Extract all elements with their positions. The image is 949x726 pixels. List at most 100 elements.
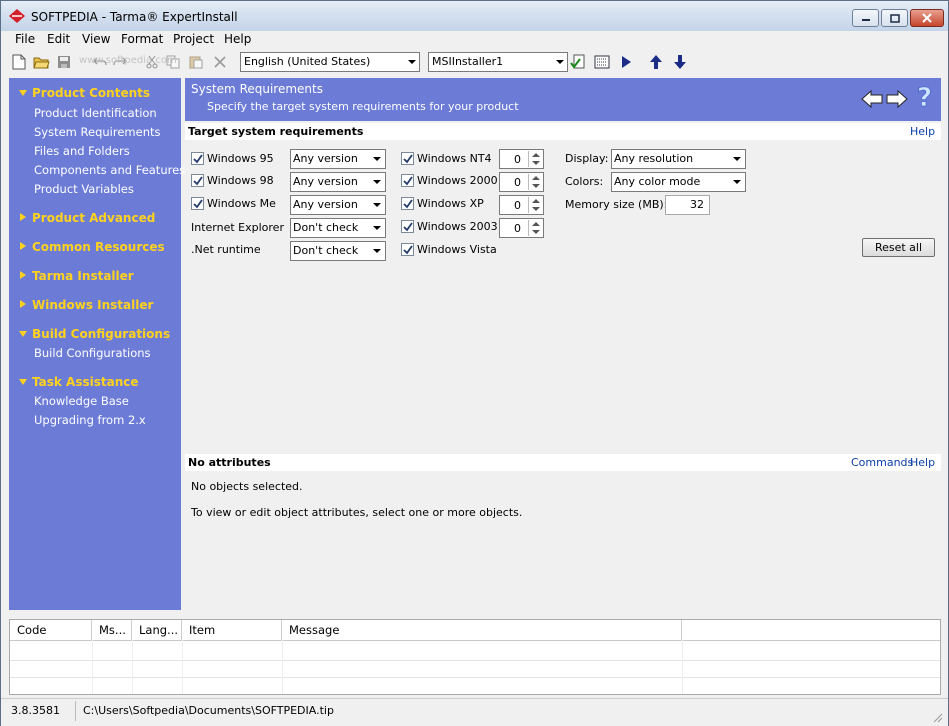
column-header-item[interactable]: Item xyxy=(182,620,282,640)
group-windows-installer[interactable]: Windows Installer xyxy=(18,298,153,312)
move-up-icon[interactable] xyxy=(647,53,665,71)
spinner-arrows-icon[interactable] xyxy=(528,174,542,190)
windowsnt4-sp-spinner[interactable]: 0 xyxy=(499,149,544,169)
windows98-version-select[interactable]: Any version xyxy=(290,172,386,192)
sidebar-item-upgrading[interactable]: Upgrading from 2.x xyxy=(34,413,146,427)
sidebar-item-product-identification[interactable]: Product Identification xyxy=(34,106,157,120)
sidebar-item-build-configurations[interactable]: Build Configurations xyxy=(34,346,151,360)
select-value: Any version xyxy=(293,152,358,165)
resize-grip-icon[interactable] xyxy=(931,711,943,726)
windows2000-sp-spinner[interactable]: 0 xyxy=(499,172,544,192)
menu-project[interactable]: Project xyxy=(173,31,214,49)
windowsxp-checkbox[interactable] xyxy=(401,197,414,210)
group-label: Product Contents xyxy=(32,86,151,100)
minimize-button[interactable] xyxy=(852,9,879,27)
attributes-section-bar: No attributes Commands Help xyxy=(185,454,941,471)
internet-explorer-select[interactable]: Don't check xyxy=(290,218,386,238)
installer-select[interactable]: MSIInstaller1 xyxy=(428,52,568,72)
softpedia-logo-icon xyxy=(9,9,25,23)
colors-label: Colors: xyxy=(565,175,604,188)
triangle-right-icon xyxy=(18,240,28,254)
application-window: SOFTPEDIA - Tarma® ExpertInstall File Ed… xyxy=(0,0,949,726)
group-product-contents[interactable]: Product Contents xyxy=(18,86,150,100)
windows2000-checkbox[interactable] xyxy=(401,174,414,187)
windows2003-sp-spinner[interactable]: 0 xyxy=(499,218,544,238)
validate-icon[interactable] xyxy=(569,53,587,71)
commands-link[interactable]: Commands xyxy=(851,456,913,469)
open-folder-icon[interactable] xyxy=(32,53,50,71)
language-select[interactable]: English (United States) xyxy=(240,52,420,72)
sidebar-item-files-and-folders[interactable]: Files and Folders xyxy=(34,144,130,158)
sidebar-item-system-requirements[interactable]: System Requirements xyxy=(34,125,161,139)
forward-arrow-icon[interactable] xyxy=(886,89,908,111)
page-subtitle: Specify the target system requirements f… xyxy=(207,100,519,113)
requirements-help-link[interactable]: Help xyxy=(910,125,935,138)
windows2003-checkbox[interactable] xyxy=(401,220,414,233)
triangle-right-icon xyxy=(18,211,28,225)
sidebar-item-knowledge-base[interactable]: Knowledge Base xyxy=(34,394,129,408)
menu-edit[interactable]: Edit xyxy=(47,31,70,49)
menu-format[interactable]: Format xyxy=(121,31,163,49)
net-runtime-select[interactable]: Don't check xyxy=(290,241,386,261)
language-value: English (United States) xyxy=(244,55,371,68)
attributes-help-link[interactable]: Help xyxy=(910,456,935,469)
maximize-button[interactable] xyxy=(881,9,908,27)
group-common-resources[interactable]: Common Resources xyxy=(18,240,165,254)
build-icon[interactable] xyxy=(593,53,611,71)
spinner-arrows-icon[interactable] xyxy=(528,220,542,236)
back-arrow-icon[interactable] xyxy=(861,89,883,111)
column-header-lang[interactable]: Lang... xyxy=(132,620,182,640)
version-text: 3.8.3581 xyxy=(11,704,60,717)
paste-icon[interactable] xyxy=(187,53,205,71)
svg-text:?: ? xyxy=(917,84,932,110)
windows98-checkbox[interactable] xyxy=(191,174,204,187)
windows95-version-select[interactable]: Any version xyxy=(290,149,386,169)
net-runtime-label: .Net runtime xyxy=(191,243,261,256)
group-tarma-installer[interactable]: Tarma Installer xyxy=(18,269,134,283)
windows2003-label: Windows 2003 xyxy=(417,220,498,233)
windows95-checkbox[interactable] xyxy=(191,152,204,165)
save-icon[interactable] xyxy=(55,53,73,71)
reset-all-button[interactable]: Reset all xyxy=(862,238,935,257)
memory-size-input[interactable]: 32 xyxy=(665,195,710,215)
spinner-arrows-icon[interactable] xyxy=(528,197,542,213)
colors-select[interactable]: Any color mode xyxy=(611,172,746,192)
menu-bar: File Edit View Format Project Help xyxy=(1,31,948,49)
status-divider xyxy=(75,701,76,721)
spinner-arrows-icon[interactable] xyxy=(528,151,542,167)
windowsme-version-select[interactable]: Any version xyxy=(290,195,386,215)
requirements-section-bar: Target system requirements Help xyxy=(185,123,941,140)
group-task-assistance[interactable]: Task Assistance xyxy=(18,375,139,389)
run-icon[interactable] xyxy=(617,53,635,71)
column-header-message[interactable]: Message xyxy=(282,620,682,640)
move-down-icon[interactable] xyxy=(671,53,689,71)
display-select[interactable]: Any resolution xyxy=(611,149,746,169)
navigation-sidebar: Product Contents Product Identification … xyxy=(9,78,185,610)
triangle-right-icon xyxy=(18,298,28,312)
delete-icon[interactable] xyxy=(211,53,229,71)
chevron-down-icon xyxy=(556,60,564,64)
group-product-advanced[interactable]: Product Advanced xyxy=(18,211,155,225)
windowsvista-checkbox[interactable] xyxy=(401,243,414,256)
sidebar-item-components-and-features[interactable]: Components and Features xyxy=(34,163,185,177)
column-header-ms[interactable]: Ms... xyxy=(92,620,132,640)
column-header-code[interactable]: Code xyxy=(10,620,92,640)
requirements-heading: Target system requirements xyxy=(188,125,364,138)
help-question-icon[interactable]: ? xyxy=(915,83,935,114)
menu-file[interactable]: File xyxy=(15,31,35,49)
sidebar-item-product-variables[interactable]: Product Variables xyxy=(34,182,134,196)
menu-view[interactable]: View xyxy=(82,31,110,49)
internet-explorer-label: Internet Explorer xyxy=(191,221,284,234)
group-build-configurations[interactable]: Build Configurations xyxy=(18,327,170,341)
windowsme-checkbox[interactable] xyxy=(191,197,204,210)
row-divider xyxy=(10,660,940,661)
column-divider xyxy=(182,640,183,694)
menu-help[interactable]: Help xyxy=(224,31,251,49)
windowsxp-sp-spinner[interactable]: 0 xyxy=(499,195,544,215)
windowsnt4-checkbox[interactable] xyxy=(401,152,414,165)
group-label: Build Configurations xyxy=(32,327,171,341)
close-button[interactable] xyxy=(910,9,944,27)
new-file-icon[interactable] xyxy=(10,53,28,71)
select-value: Any version xyxy=(293,198,358,211)
attributes-hint-text: To view or edit object attributes, selec… xyxy=(191,506,523,519)
